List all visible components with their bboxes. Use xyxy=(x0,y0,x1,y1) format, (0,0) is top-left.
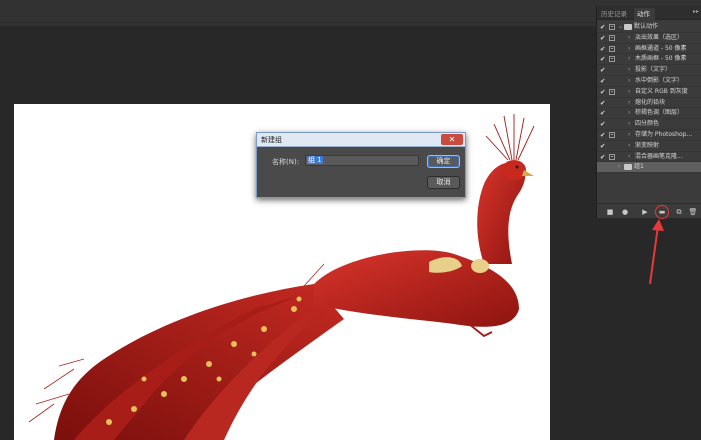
dialog-toggle-icon[interactable] xyxy=(609,34,615,41)
dialog-toggle-icon[interactable] xyxy=(609,153,615,160)
dialog-title: 新建组 xyxy=(261,136,282,144)
tab-history[interactable]: 历史记录 xyxy=(598,8,633,20)
dialog-toggle-icon[interactable] xyxy=(609,45,615,52)
action-row[interactable]: ✔ › 混合器画笔克隆... xyxy=(597,152,701,163)
action-label: 混合器画笔克隆... xyxy=(635,152,683,160)
action-row[interactable]: ✔ › 淡出效果（选区） xyxy=(597,33,701,44)
toggle-item-checkbox[interactable]: ✔ xyxy=(600,141,607,151)
action-label: 淡出效果（选区） xyxy=(635,33,684,41)
action-row[interactable]: ✔ › 存储为 Photoshop... xyxy=(597,130,701,141)
expand-right-icon[interactable]: › xyxy=(628,152,630,162)
action-row[interactable]: ✔ › 棕褐色调（图层） xyxy=(597,108,701,120)
toggle-item-checkbox[interactable]: ✔ xyxy=(600,98,607,108)
action-label: 棕褐色调（图层） xyxy=(635,109,684,117)
folder-icon xyxy=(624,164,632,171)
group-name-input[interactable]: 组 1 xyxy=(305,155,419,166)
action-label: 熔化的铅块 xyxy=(635,98,666,106)
action-label: 渐变映射 xyxy=(635,141,660,149)
expand-down-icon[interactable]: ⌄ xyxy=(618,22,623,32)
action-set-row[interactable]: › 组1 xyxy=(597,162,701,174)
action-label: 存储为 Photoshop... xyxy=(635,130,693,138)
toggle-item-checkbox[interactable]: ✔ xyxy=(600,130,607,140)
action-label: 默认动作 xyxy=(634,23,659,30)
action-row[interactable]: ✔ › 画框通道 - 50 像素 xyxy=(597,44,701,55)
name-field-label: 名称(N): xyxy=(272,158,300,166)
play-icon[interactable]: ▶ xyxy=(640,207,650,217)
expand-right-icon[interactable]: › xyxy=(628,65,630,75)
dialog-toggle-icon[interactable] xyxy=(609,24,615,30)
toggle-item-checkbox[interactable]: ✔ xyxy=(600,44,607,54)
toggle-item-checkbox[interactable]: ✔ xyxy=(600,119,607,129)
action-set-row[interactable]: ✔ ⌄ 默认动作 xyxy=(597,22,701,33)
panel-tabs: 历史记录 动作 ▸▸ xyxy=(597,6,701,20)
action-row[interactable]: ✔ › 自定义 RGB 到灰度 xyxy=(597,87,701,98)
delete-icon[interactable]: 🗑 xyxy=(688,207,698,217)
action-label: 水中倒影（文字） xyxy=(635,76,684,84)
action-label: 自定义 RGB 到灰度 xyxy=(635,87,688,95)
ok-button[interactable]: 确定 xyxy=(427,155,460,168)
expand-right-icon[interactable]: › xyxy=(628,141,630,151)
new-group-dialog: 新建组 ✕ 名称(N): 组 1 确定 取消 xyxy=(256,132,466,198)
expand-right-icon[interactable]: › xyxy=(628,130,630,140)
toggle-item-checkbox[interactable]: ✔ xyxy=(600,108,607,118)
action-label: 木质画框 - 50 像素 xyxy=(635,55,687,63)
new-set-folder-icon[interactable]: ▬ xyxy=(655,205,669,219)
expand-right-icon[interactable]: › xyxy=(628,76,630,86)
expand-right-icon[interactable]: › xyxy=(628,119,630,129)
action-row[interactable]: ✔ › 投影（文字） xyxy=(597,65,701,76)
toggle-item-checkbox[interactable]: ✔ xyxy=(600,87,607,97)
action-row[interactable]: ✔ › 水中倒影（文字） xyxy=(597,76,701,87)
actions-list: ✔ ⌄ 默认动作 ✔ › 淡出效果（选区） ✔ › 画框通道 - 50 像素 ✔ › 木质画框 - 5… xyxy=(597,22,701,174)
cancel-button[interactable]: 取消 xyxy=(427,176,460,189)
folder-icon xyxy=(624,24,632,30)
expand-right-icon[interactable]: › xyxy=(618,162,620,172)
tab-actions[interactable]: 动作 xyxy=(634,8,655,20)
record-icon[interactable]: ● xyxy=(620,207,630,217)
action-row[interactable]: ✔ › 木质画框 - 50 像素 xyxy=(597,54,701,66)
actions-footer: ■ ● ▶ ▬ ⧉ 🗑 xyxy=(597,203,701,219)
dialog-titlebar[interactable]: 新建组 ✕ xyxy=(257,133,465,147)
action-label: 画框通道 - 50 像素 xyxy=(635,44,687,52)
group-name-value: 组 1 xyxy=(307,156,323,164)
toggle-item-checkbox[interactable]: ✔ xyxy=(600,76,607,86)
action-label: 投影（文字） xyxy=(635,66,672,74)
action-row[interactable]: ✔ › 渐变映射 xyxy=(597,141,701,152)
dialog-close-button[interactable]: ✕ xyxy=(441,134,463,145)
action-row[interactable]: ✔ › 四分颜色 xyxy=(597,119,701,130)
action-label: 组1 xyxy=(634,163,644,171)
dialog-toggle-icon[interactable] xyxy=(609,88,615,95)
expand-right-icon[interactable]: › xyxy=(628,108,630,118)
expand-right-icon[interactable]: › xyxy=(628,98,630,108)
toggle-item-checkbox[interactable]: ✔ xyxy=(600,33,607,43)
toggle-item-checkbox[interactable]: ✔ xyxy=(600,65,607,75)
expand-right-icon[interactable]: › xyxy=(628,33,630,43)
panel-menu-icon[interactable]: ▸▸ xyxy=(693,8,699,15)
toggle-item-checkbox[interactable]: ✔ xyxy=(600,54,607,64)
expand-right-icon[interactable]: › xyxy=(628,54,630,64)
expand-right-icon[interactable]: › xyxy=(628,44,630,54)
toggle-item-checkbox[interactable]: ✔ xyxy=(600,22,607,32)
stop-icon[interactable]: ■ xyxy=(605,207,615,217)
expand-right-icon[interactable]: › xyxy=(628,87,630,97)
action-row[interactable]: ✔ › 熔化的铅块 xyxy=(597,98,701,109)
new-action-icon[interactable]: ⧉ xyxy=(674,207,684,217)
dialog-toggle-icon[interactable] xyxy=(609,56,615,63)
dialog-toggle-icon[interactable] xyxy=(609,131,615,138)
actions-panel: 历史记录 动作 ▸▸ ✔ ⌄ 默认动作 ✔ › 淡出效果（选区） ✔ › 画框通道 - 50 像… xyxy=(596,6,701,219)
action-label: 四分颜色 xyxy=(635,120,660,128)
toggle-item-checkbox[interactable]: ✔ xyxy=(600,152,607,162)
